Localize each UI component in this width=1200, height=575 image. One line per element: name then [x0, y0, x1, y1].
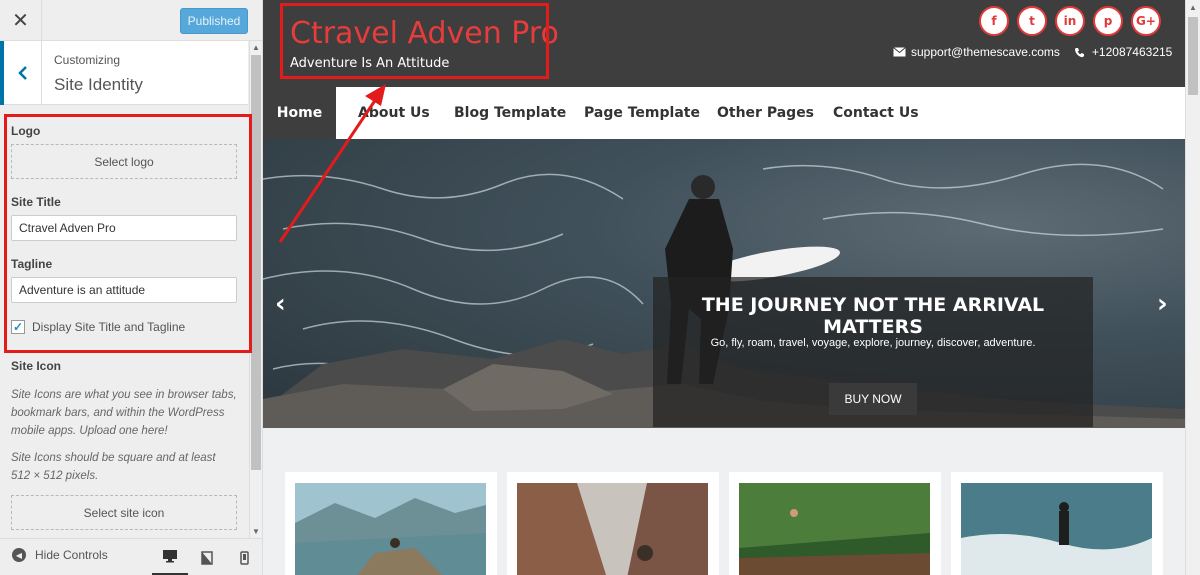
- card-image: [961, 483, 1152, 575]
- card-image: [739, 483, 930, 575]
- back-button[interactable]: [0, 41, 42, 105]
- publish-button[interactable]: Published: [180, 8, 248, 34]
- site-title-input[interactable]: [11, 215, 237, 241]
- site-tagline: Adventure Is An Attitude: [290, 56, 450, 71]
- nav-item-about-us[interactable]: About Us: [358, 87, 430, 139]
- sidebar-scrollbar[interactable]: ▲ ▼: [249, 41, 262, 538]
- checkbox-checked-icon[interactable]: ✓: [11, 320, 25, 334]
- slider-next-icon[interactable]: ›: [1157, 289, 1168, 319]
- phone-icon: [1074, 47, 1084, 57]
- sidebar-controls: Logo Select logo Site Title Tagline ✓ Di…: [0, 106, 248, 538]
- contact-email[interactable]: support@themescave.coms: [911, 45, 1060, 59]
- site-title-label: Site Title: [11, 195, 61, 209]
- nav-item-other-pages[interactable]: Other Pages: [717, 87, 814, 139]
- checkbox-label: Display Site Title and Tagline: [32, 320, 186, 334]
- site-title[interactable]: Ctravel Adven Pro: [290, 16, 559, 51]
- card-item[interactable]: [729, 472, 941, 575]
- hero-caption: THE JOURNEY NOT THE ARRIVAL MATTERS Go, …: [653, 277, 1093, 427]
- site-header: Ctravel Adven Pro Adventure Is An Attitu…: [263, 0, 1185, 87]
- tablet-preview-button[interactable]: [189, 539, 225, 575]
- site-icon-size-note: Site Icons should be square and at least…: [11, 452, 216, 482]
- sidebar-footer: ◀ Hide Controls: [0, 538, 262, 575]
- customizer-sidebar: ✕ Published Customizing Site Identity Lo…: [0, 0, 263, 575]
- sidebar-topbar: ✕ Published: [0, 0, 262, 41]
- display-title-tagline-toggle[interactable]: ✓ Display Site Title and Tagline: [11, 320, 185, 334]
- facebook-icon[interactable]: f: [979, 6, 1009, 36]
- buy-now-button[interactable]: BUY NOW: [829, 383, 917, 415]
- contact-info: support@themescave.coms +12087463215: [893, 45, 1172, 59]
- mobile-preview-button[interactable]: [226, 539, 262, 575]
- tablet-icon: [201, 550, 213, 565]
- main-navigation: Home About Us Blog Template Page Templat…: [263, 87, 1185, 139]
- envelope-icon: [893, 47, 906, 57]
- nav-item-page-template[interactable]: Page Template: [584, 87, 700, 139]
- scroll-down-icon[interactable]: ▼: [252, 527, 260, 536]
- desktop-preview-button[interactable]: [152, 539, 188, 575]
- card-image: [517, 483, 708, 575]
- scroll-thumb[interactable]: [1188, 17, 1198, 95]
- close-icon[interactable]: ✕: [0, 0, 42, 41]
- select-site-icon-button[interactable]: Select site icon: [11, 495, 237, 530]
- hero-title: THE JOURNEY NOT THE ARRIVAL MATTERS: [701, 294, 1045, 338]
- slider-prev-icon[interactable]: ‹: [275, 289, 286, 319]
- google-plus-icon[interactable]: G+: [1131, 6, 1161, 36]
- social-links: f t in p G+: [979, 6, 1161, 36]
- preview-scrollbar[interactable]: ▲: [1185, 0, 1200, 575]
- select-logo-button[interactable]: Select logo: [11, 144, 237, 179]
- scroll-thumb[interactable]: [251, 55, 261, 470]
- desktop-icon: [163, 550, 177, 563]
- scroll-up-icon[interactable]: ▲: [1189, 3, 1197, 12]
- mobile-icon: [239, 550, 249, 565]
- card-image: [295, 483, 486, 575]
- hide-controls-button[interactable]: ◀ Hide Controls: [12, 548, 108, 562]
- linkedin-icon[interactable]: in: [1055, 6, 1085, 36]
- hero-subtitle: Go, fly, roam, travel, voyage, explore, …: [710, 337, 1036, 349]
- featured-cards: [285, 472, 1185, 575]
- scroll-up-icon[interactable]: ▲: [252, 43, 260, 52]
- nav-item-blog-template[interactable]: Blog Template: [454, 87, 566, 139]
- customizer-screen: ✕ Published Customizing Site Identity Lo…: [0, 0, 1200, 575]
- card-item[interactable]: [951, 472, 1163, 575]
- card-item[interactable]: [507, 472, 719, 575]
- twitter-icon[interactable]: t: [1017, 6, 1047, 36]
- nav-item-home[interactable]: Home: [263, 87, 336, 139]
- site-preview: Ctravel Adven Pro Adventure Is An Attitu…: [263, 0, 1185, 575]
- site-icon-description: Site Icons are what you see in browser t…: [11, 389, 237, 437]
- section-header: Customizing Site Identity: [0, 41, 248, 105]
- site-icon-label: Site Icon: [11, 359, 62, 373]
- section-title: Site Identity: [54, 75, 143, 94]
- hide-controls-label: Hide Controls: [35, 548, 108, 562]
- tagline-label: Tagline: [11, 257, 53, 271]
- logo-label: Logo: [11, 124, 41, 138]
- collapse-icon: ◀: [12, 548, 26, 562]
- card-item[interactable]: [285, 472, 497, 575]
- pinterest-icon[interactable]: p: [1093, 6, 1123, 36]
- chevron-left-icon: [17, 66, 27, 80]
- hero-slider: ‹ › THE JOURNEY NOT THE ARRIVAL MATTERS …: [263, 139, 1185, 428]
- tagline-input[interactable]: [11, 277, 237, 303]
- breadcrumb: Customizing: [54, 53, 121, 67]
- contact-phone[interactable]: +12087463215: [1092, 45, 1172, 59]
- nav-item-contact-us[interactable]: Contact Us: [833, 87, 919, 139]
